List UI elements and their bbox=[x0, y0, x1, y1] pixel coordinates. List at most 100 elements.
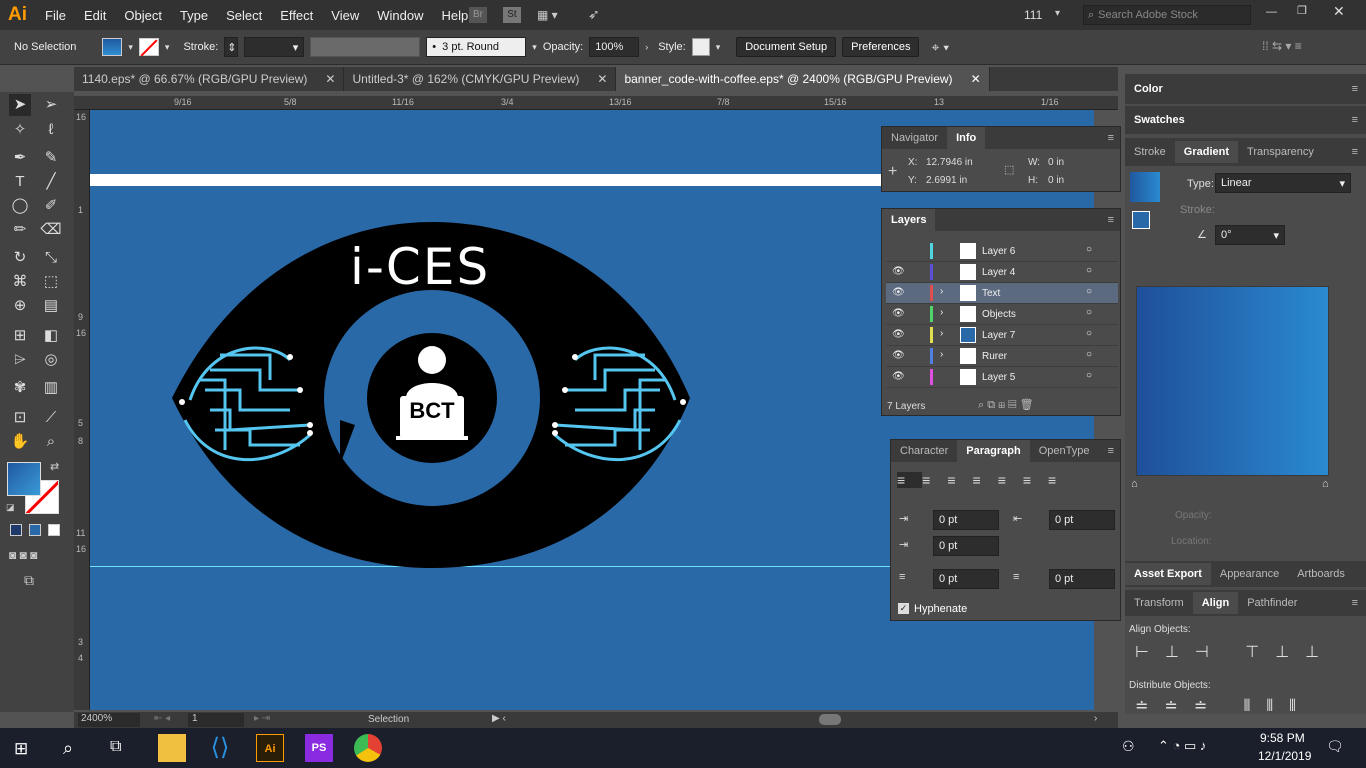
chevron-down-icon[interactable]: ▾ bbox=[128, 42, 133, 53]
layer-actions-icon[interactable]: ⌕ ⧉ ⊞ ▤ 🗑 bbox=[978, 398, 1034, 412]
layer-row[interactable]: 👁 Layer 4 ○ bbox=[886, 262, 1118, 283]
tab-artboards[interactable]: Artboards bbox=[1288, 563, 1354, 585]
gradient-type-select[interactable]: Linear ▾ bbox=[1215, 173, 1351, 193]
layer-row[interactable]: Layer 6 ○ bbox=[886, 241, 1118, 262]
none-mode-icon[interactable] bbox=[48, 524, 60, 536]
chevron-down-icon[interactable]: ▾ bbox=[532, 42, 537, 53]
chevron-right-icon[interactable]: › bbox=[940, 328, 943, 339]
stock-search[interactable]: ⌕ Search Adobe Stock bbox=[1083, 5, 1251, 25]
pencil-icon[interactable]: ✏ bbox=[9, 219, 31, 241]
stroke-swatch[interactable] bbox=[138, 38, 159, 57]
screen-mode-icon[interactable]: ⧉ bbox=[24, 572, 34, 589]
blend-tool-icon[interactable]: ◎ bbox=[40, 349, 62, 371]
bridge-button[interactable]: Br bbox=[469, 7, 487, 23]
tab-stroke[interactable]: Stroke bbox=[1125, 141, 1175, 163]
opacity-field[interactable]: 100% bbox=[589, 37, 640, 57]
file-explorer-icon[interactable] bbox=[158, 734, 186, 762]
menu-file[interactable]: File bbox=[36, 8, 75, 23]
close-icon[interactable]: ✕ bbox=[597, 72, 607, 86]
vscode-icon[interactable]: ⟨⟩ bbox=[206, 734, 234, 762]
hyphenate-checkbox[interactable]: ✓ bbox=[898, 603, 909, 614]
search-icon[interactable]: ⌕ bbox=[63, 738, 73, 759]
layer-row[interactable]: 👁 › Objects ○ bbox=[886, 304, 1118, 325]
stock-button[interactable]: St bbox=[503, 7, 521, 23]
tab-transparency[interactable]: Transparency bbox=[1238, 141, 1323, 163]
gpu-rocket-icon[interactable]: ➶ bbox=[588, 6, 600, 23]
curvature-icon[interactable]: ✎ bbox=[40, 147, 62, 169]
horizontal-scroll-thumb[interactable] bbox=[819, 714, 841, 725]
type-tool-icon[interactable]: T bbox=[9, 171, 31, 193]
gradient-tool-icon[interactable]: ◧ bbox=[40, 325, 62, 347]
tab-transform[interactable]: Transform bbox=[1125, 592, 1193, 614]
tab-banner[interactable]: banner_code-with-coffee.eps* @ 2400% (RG… bbox=[616, 67, 990, 91]
close-icon[interactable]: ✕ bbox=[1333, 3, 1345, 20]
layers-title[interactable]: Layers bbox=[882, 209, 936, 231]
artboard-number-field[interactable]: 1 bbox=[188, 713, 244, 727]
gradient-preview-swatch[interactable] bbox=[1130, 172, 1160, 202]
visibility-eye-icon[interactable]: 👁 bbox=[892, 350, 905, 361]
target-icon[interactable]: ○ bbox=[1086, 244, 1092, 255]
notification-icon[interactable]: 🗨 bbox=[1326, 738, 1344, 755]
chevron-right-icon[interactable]: › bbox=[940, 349, 943, 360]
layer-row[interactable]: 👁 › Text ○ bbox=[886, 283, 1118, 304]
free-transform-icon[interactable]: ⬚ bbox=[40, 271, 62, 293]
tab-info[interactable]: Info bbox=[947, 127, 986, 149]
align-center-icon[interactable]: ≡ bbox=[922, 472, 947, 488]
gradient-slider-area[interactable] bbox=[1136, 286, 1329, 476]
justify-center-icon[interactable]: ≡ bbox=[998, 472, 1023, 488]
angle-field[interactable]: 0° ▾ bbox=[1215, 225, 1285, 245]
brush-field[interactable]: • 3 pt. Round bbox=[426, 37, 527, 57]
zoom-display[interactable]: 111 bbox=[1024, 8, 1042, 22]
windows-start-icon[interactable]: ⊞ bbox=[14, 739, 28, 759]
first-line-indent-field[interactable]: 0 pt bbox=[933, 536, 999, 556]
width-tool-icon[interactable]: ⌘ bbox=[9, 271, 31, 293]
slice-tool-icon[interactable]: ⟋ bbox=[40, 407, 62, 429]
layer-name[interactable]: Text bbox=[982, 288, 1000, 299]
layer-row[interactable]: 👁 › Layer 7 ○ bbox=[886, 325, 1118, 346]
fill-stroke-mini-icon[interactable] bbox=[1132, 211, 1150, 229]
color-panel-title[interactable]: Color bbox=[1125, 78, 1172, 100]
distribute-object-buttons[interactable]: ≐≐≐ ⫴⫴⫴ bbox=[1135, 696, 1312, 716]
visibility-eye-icon[interactable]: 👁 bbox=[892, 371, 905, 382]
arrange-icon[interactable]: ⌖ ▾ bbox=[931, 39, 949, 56]
zoom-tool-icon[interactable]: ⌕ bbox=[40, 431, 62, 453]
selection-tool-icon[interactable]: ➤ bbox=[9, 94, 31, 116]
shape-builder-icon[interactable]: ⊕ bbox=[9, 295, 31, 317]
hand-tool-icon[interactable]: ✋ bbox=[9, 431, 31, 453]
default-colors-icon[interactable]: ◪ bbox=[6, 502, 15, 513]
menu-type[interactable]: Type bbox=[171, 8, 217, 23]
variable-width-field[interactable] bbox=[310, 37, 421, 57]
chevron-down-icon[interactable]: ▾ bbox=[716, 42, 721, 53]
target-icon[interactable]: ○ bbox=[1086, 307, 1092, 318]
rotate-icon[interactable]: ↻ bbox=[9, 247, 31, 269]
document-setup-button[interactable]: Document Setup bbox=[736, 37, 837, 57]
left-indent-field[interactable]: 0 pt bbox=[933, 510, 999, 530]
chrome-icon[interactable] bbox=[354, 734, 382, 762]
draw-mode-icon[interactable]: ◙ ◙ ◙ bbox=[9, 548, 37, 562]
menu-effect[interactable]: Effect bbox=[271, 8, 322, 23]
menu-select[interactable]: Select bbox=[217, 8, 271, 23]
menu-edit[interactable]: Edit bbox=[75, 8, 115, 23]
tray-icons[interactable]: ⌃ ◔ ▭ ♪ bbox=[1158, 738, 1206, 754]
chevron-right-icon[interactable]: › bbox=[940, 307, 943, 318]
magic-wand-icon[interactable]: ✧ bbox=[9, 119, 31, 141]
workspace-icon[interactable]: ▦ ▾ bbox=[537, 8, 558, 22]
target-icon[interactable]: ○ bbox=[1086, 286, 1092, 297]
fill-color-swatch[interactable] bbox=[7, 462, 41, 496]
panel-menu-icon[interactable]: ≡ bbox=[1352, 114, 1366, 126]
stroke-stepper[interactable]: ⇕ bbox=[224, 37, 239, 57]
gradient-stop-left-icon[interactable]: ⌂ bbox=[1131, 478, 1138, 490]
gradient-stop-right-icon[interactable]: ⌂ bbox=[1322, 478, 1329, 490]
tab-pathfinder[interactable]: Pathfinder bbox=[1238, 592, 1306, 614]
tab-opentype[interactable]: OpenType bbox=[1030, 440, 1099, 462]
tab-appearance[interactable]: Appearance bbox=[1211, 563, 1288, 585]
tab-navigator[interactable]: Navigator bbox=[882, 127, 947, 149]
clock-time[interactable]: 9:58 PM bbox=[1260, 731, 1305, 745]
layer-name[interactable]: Layer 7 bbox=[982, 330, 1015, 341]
artboard-nav-next-icon[interactable]: ▸ ⇥ bbox=[254, 713, 270, 724]
ellipse-tool-icon[interactable]: ◯ bbox=[9, 195, 31, 217]
scroll-right-icon[interactable]: › bbox=[1094, 713, 1097, 724]
paintbrush-icon[interactable]: ✐ bbox=[40, 195, 62, 217]
menu-view[interactable]: View bbox=[322, 8, 368, 23]
artboard-tool-icon[interactable]: ⊡ bbox=[9, 407, 31, 429]
